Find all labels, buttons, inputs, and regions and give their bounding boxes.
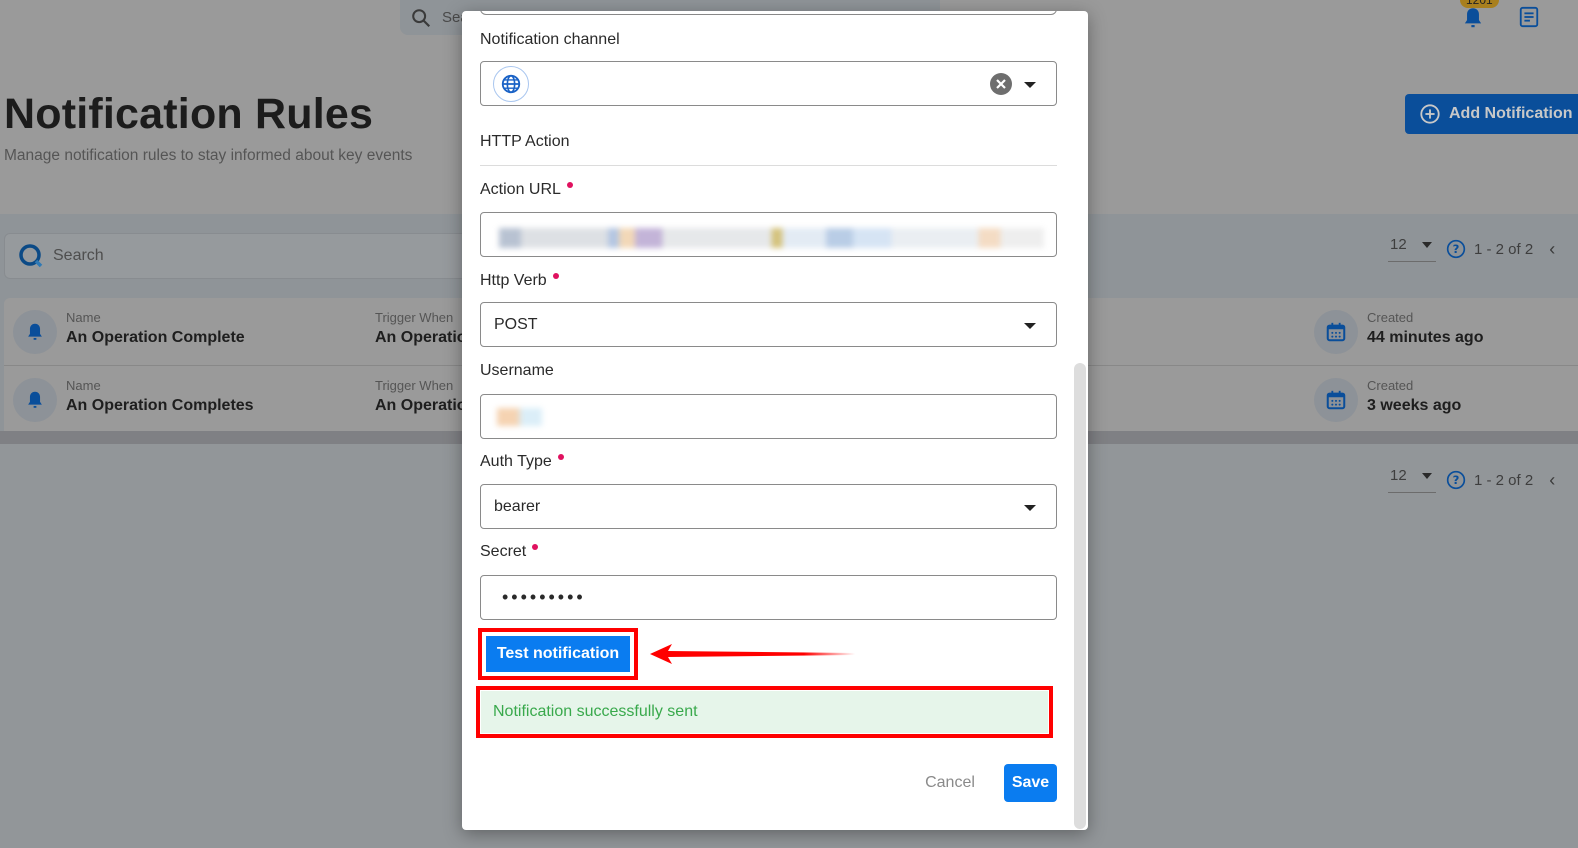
channel-chip[interactable]: [493, 65, 529, 102]
auth-type-value: bearer: [494, 497, 541, 515]
http-verb-select[interactable]: POST: [480, 302, 1057, 347]
redacted-url: [499, 227, 1044, 248]
notifications-button[interactable]: 1201: [1458, 0, 1499, 30]
trigger-label: Trigger When: [375, 310, 454, 325]
secret-label: Secret: [480, 543, 539, 561]
http-verb-label: Http Verb: [480, 272, 559, 290]
svg-text:?: ?: [1453, 473, 1460, 487]
chevron-down-icon: [1422, 473, 1432, 479]
bell-icon: [28, 323, 42, 340]
add-notification-label: Add Notification: [1449, 105, 1573, 122]
pagination-top: 12 ? 1 - 2 of 2 ‹: [1388, 236, 1555, 262]
required-indicator: [532, 544, 539, 550]
trigger-value: An Operatio: [375, 397, 467, 414]
pagination-bottom: 12 ? 1 - 2 of 2 ‹: [1388, 467, 1555, 493]
success-message: Notification successfully sent: [493, 703, 698, 720]
secret-input[interactable]: •••••••••: [480, 575, 1057, 620]
svg-text:?: ?: [1453, 242, 1460, 256]
auth-type-label: Auth Type: [480, 453, 564, 471]
trigger-label: Trigger When: [375, 378, 454, 393]
chevron-down-icon: [1422, 242, 1432, 248]
action-url-label: Action URL: [480, 181, 573, 199]
help-icon[interactable]: ?: [1446, 239, 1466, 259]
chevron-down-icon[interactable]: [1024, 82, 1036, 88]
search-icon: [19, 244, 43, 268]
chevron-down-icon: [1024, 323, 1036, 329]
calendar-avatar: [1314, 310, 1358, 354]
bell-icon: [28, 391, 42, 408]
page-size-select[interactable]: 12: [1388, 467, 1436, 493]
action-url-input[interactable]: [480, 212, 1057, 257]
name-label: Name: [66, 310, 101, 325]
save-button[interactable]: Save: [1004, 764, 1057, 802]
notification-channel-select[interactable]: [480, 61, 1057, 106]
calendar-avatar: [1314, 378, 1358, 422]
page-range: 1 - 2 of 2: [1474, 240, 1534, 258]
clipped-field[interactable]: [480, 11, 1057, 15]
bell-avatar: [13, 310, 57, 354]
page-subtitle: Manage notification rules to stay inform…: [4, 147, 413, 164]
chevron-down-icon: [1024, 505, 1036, 511]
rule-name: An Operation Completes: [66, 397, 254, 414]
plus-circle-icon: [1420, 104, 1440, 124]
required-indicator: [552, 273, 559, 279]
annotation-highlight-box: Test notification: [478, 628, 638, 680]
search-icon: [412, 8, 431, 27]
username-label: Username: [480, 362, 554, 379]
modal-scrollbar[interactable]: [1074, 363, 1086, 829]
created-label: Created: [1367, 378, 1414, 393]
globe-icon: [501, 74, 521, 93]
username-input[interactable]: [480, 394, 1057, 439]
name-label: Name: [66, 378, 101, 393]
created-label: Created: [1367, 310, 1414, 325]
notification-rule-modal: Notification channel HTTP Action Action …: [462, 11, 1088, 830]
clear-icon[interactable]: [990, 73, 1012, 95]
add-notification-button[interactable]: Add Notification: [1405, 94, 1578, 134]
notification-count-badge: 1201: [1460, 0, 1499, 8]
http-action-section-title: HTTP Action: [480, 133, 1057, 166]
created-value: 3 weeks ago: [1367, 397, 1462, 414]
notification-channel-label: Notification channel: [480, 31, 620, 48]
page-size-select[interactable]: 12: [1388, 236, 1436, 262]
help-icon[interactable]: ?: [1446, 470, 1466, 490]
previous-page-icon[interactable]: ‹: [1549, 239, 1555, 260]
rules-search-placeholder: Search: [53, 247, 104, 264]
required-indicator: [566, 182, 573, 188]
redacted-username: [497, 407, 542, 426]
bell-avatar: [13, 378, 57, 422]
calendar-icon: [1326, 390, 1346, 410]
rules-search-input[interactable]: Search: [4, 233, 474, 279]
secret-value: •••••••••: [502, 587, 586, 607]
success-alert: Notification successfully sent: [481, 691, 1048, 733]
annotation-arrow-icon: [650, 644, 855, 664]
bell-icon: [1464, 8, 1482, 28]
page-range: 1 - 2 of 2: [1474, 471, 1534, 489]
test-notification-button[interactable]: Test notification: [486, 636, 630, 672]
page-title: Notification Rules: [4, 90, 374, 138]
calendar-icon: [1326, 322, 1346, 342]
auth-type-select[interactable]: bearer: [480, 484, 1057, 529]
http-verb-value: POST: [494, 315, 538, 333]
trigger-value: An Operatio: [375, 329, 467, 346]
document-icon[interactable]: [1518, 6, 1540, 28]
rule-name: An Operation Complete: [66, 329, 245, 346]
required-indicator: [557, 454, 564, 460]
previous-page-icon[interactable]: ‹: [1549, 470, 1555, 491]
created-value: 44 minutes ago: [1367, 329, 1484, 346]
cancel-button[interactable]: Cancel: [910, 764, 990, 802]
annotation-highlight-box: Notification successfully sent: [476, 686, 1053, 738]
